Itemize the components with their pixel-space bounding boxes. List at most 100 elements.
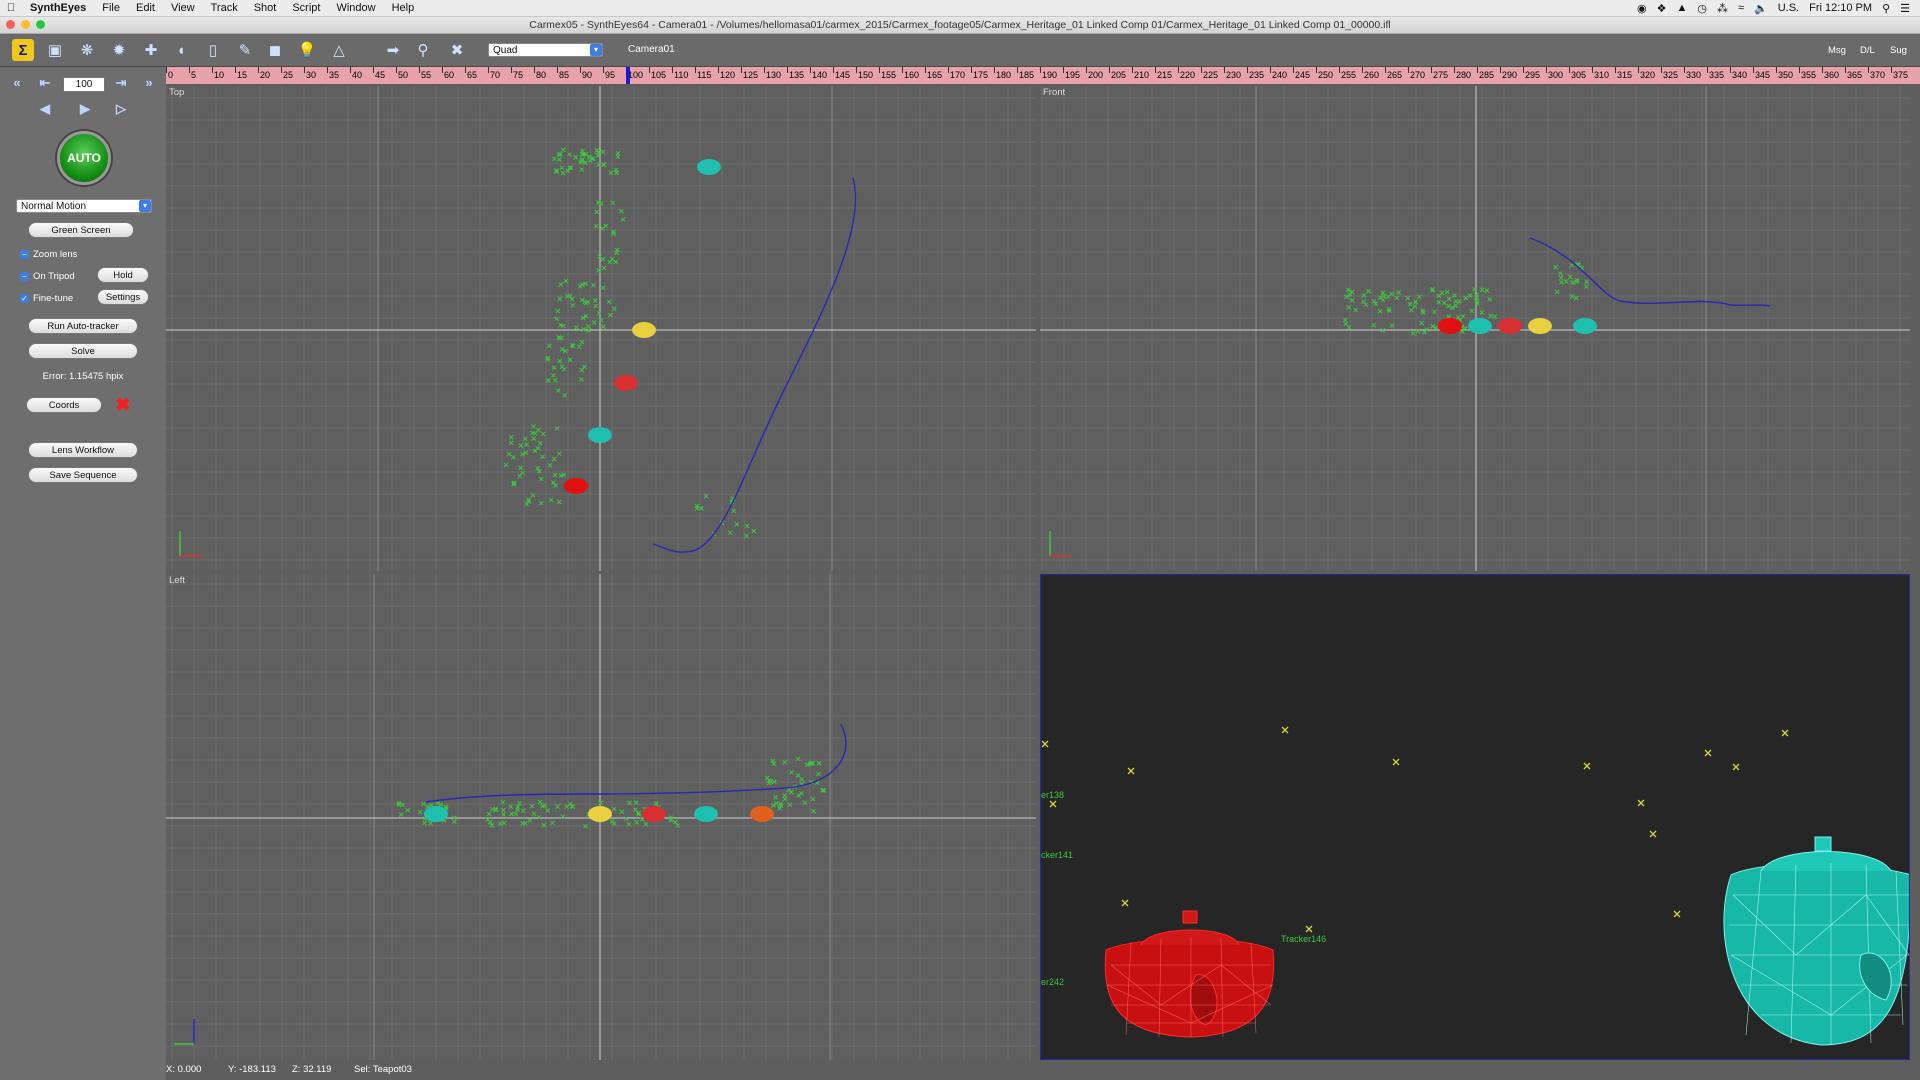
timeline-tick: 115 <box>697 70 712 80</box>
active-object-label[interactable]: Camera01 <box>628 44 675 55</box>
previous-frame-icon[interactable]: ◀ <box>36 101 54 117</box>
timeline-tick: 155 <box>881 70 897 80</box>
timeline-tick-line <box>1845 67 1846 73</box>
summary-icon[interactable]: Σ <box>12 39 34 61</box>
green-screen-button[interactable]: Green Screen <box>28 222 134 238</box>
camera-path <box>652 177 857 553</box>
feature-panel-icon[interactable]: ▣ <box>44 39 66 61</box>
timeline-tick-line <box>1086 67 1087 73</box>
go-end-icon[interactable]: ⇥ <box>112 75 130 91</box>
timeline-tick-line <box>695 67 696 73</box>
menu-file[interactable]: File <box>94 2 128 14</box>
teapot-red <box>642 806 666 822</box>
coordinate-icon[interactable]: ✚ <box>140 39 162 61</box>
run-auto-tracker-button[interactable]: Run Auto-tracker <box>28 318 138 334</box>
motion-mode-select[interactable]: Normal Motion ▾ <box>16 199 152 213</box>
timeline-tick-line <box>511 67 512 73</box>
spotlight-icon[interactable]: ⚲ <box>1882 2 1890 15</box>
clear-coords-icon[interactable]: ✖ <box>115 396 131 415</box>
volume-icon[interactable]: 🔈 <box>1754 2 1768 15</box>
graph-icon[interactable]: ✎ <box>234 39 256 61</box>
tracker-point <box>558 282 564 287</box>
creative-cloud-icon[interactable]: ◉ <box>1637 2 1647 15</box>
timeline-tick: 285 <box>1479 70 1495 80</box>
zoom-lens-checkbox[interactable]: − Zoom lens <box>20 249 77 260</box>
mesh-icon[interactable]: ◼ <box>264 39 286 61</box>
tab-msg[interactable]: Msg <box>1828 45 1846 56</box>
menu-edit[interactable]: Edit <box>128 2 163 14</box>
light-icon[interactable]: 💡 <box>296 39 318 61</box>
tracker-point <box>593 223 599 229</box>
menu-view[interactable]: View <box>163 2 203 14</box>
perspective-icon[interactable]: ✖ <box>446 39 468 61</box>
tab-dl[interactable]: D/L <box>1860 45 1875 56</box>
bluetooth-icon[interactable]: ⁂ <box>1717 2 1728 15</box>
lens-workflow-button[interactable]: Lens Workflow <box>28 442 138 458</box>
rewind-icon[interactable]: « <box>8 75 26 91</box>
save-sequence-button[interactable]: Save Sequence <box>28 467 138 483</box>
timeline-tick: 360 <box>1824 70 1840 80</box>
viewport-left[interactable]: Left <box>166 574 1036 1060</box>
hold-button[interactable]: Hold <box>97 267 149 283</box>
tracker-icon[interactable]: ❋ <box>76 39 98 61</box>
menu-shot[interactable]: Shot <box>246 2 285 14</box>
teapot-red <box>1498 318 1522 334</box>
tracker-point <box>553 483 558 488</box>
time-machine-icon[interactable]: ◷ <box>1697 2 1707 15</box>
zoom-icon[interactable]: ⚲ <box>412 39 434 61</box>
timeline-tick-line <box>442 67 443 73</box>
timeline-tick: 60 <box>444 70 455 80</box>
menu-app[interactable]: SynthEyes <box>22 2 94 14</box>
tracker-point <box>600 149 606 155</box>
solve-button[interactable]: Solve <box>28 343 138 359</box>
viewport-front[interactable]: Front <box>1040 86 1910 571</box>
input-language[interactable]: U.S. <box>1778 2 1799 14</box>
tab-sug[interactable]: Sug <box>1890 45 1907 56</box>
viewport-top[interactable]: Top <box>166 86 1036 571</box>
timeline-tick: 70 <box>490 70 501 80</box>
fast-forward-icon[interactable]: » <box>140 75 158 91</box>
tracker-point <box>1487 296 1492 302</box>
go-start-icon[interactable]: ⇤ <box>36 75 54 91</box>
timeline-tick-line <box>1500 67 1501 73</box>
auto-button[interactable]: AUTO <box>57 131 111 185</box>
fine-tune-checkbox[interactable]: ✓ Fine-tune <box>20 293 73 304</box>
timeline-tick-line <box>1017 67 1018 73</box>
tracker-point <box>1409 307 1414 313</box>
timeline-tick-line <box>327 67 328 73</box>
on-tripod-checkbox[interactable]: − On Tripod <box>20 271 75 282</box>
menu-window[interactable]: Window <box>328 2 383 14</box>
menu-script[interactable]: Script <box>284 2 328 14</box>
solver-icon[interactable]: ✹ <box>108 39 130 61</box>
shot-icon[interactable]: ▯ <box>202 39 224 61</box>
view-layout-select[interactable]: Quad ▾ <box>488 43 603 57</box>
timeline-tick-line <box>1454 67 1455 73</box>
tracker-point <box>518 443 524 448</box>
tracker-marker <box>1305 925 1313 933</box>
timeline-tick-line <box>971 67 972 73</box>
phase-icon[interactable]: △ <box>328 39 350 61</box>
play-icon[interactable]: ➡ <box>382 39 404 61</box>
timeline-bar[interactable]: 0 5 10 15 20 25 30 35 40 45 50 55 60 65 70 75 80 85 90 95 10… <box>166 67 1920 84</box>
timeline-tick: 350 <box>1778 70 1794 80</box>
next-frame-icon[interactable]: ▷ <box>112 101 130 117</box>
teapot-red <box>1438 318 1462 334</box>
menu-track[interactable]: Track <box>203 2 246 14</box>
dropbox-icon[interactable]: ❖ <box>1657 2 1667 15</box>
coords-button[interactable]: Coords <box>26 397 102 413</box>
timeline-tick-line <box>1247 67 1248 73</box>
wifi-icon[interactable]: ≈ <box>1738 2 1744 14</box>
settings-button[interactable]: Settings <box>97 289 149 305</box>
menu-help[interactable]: Help <box>384 2 423 14</box>
apple-icon[interactable]:  <box>0 2 22 14</box>
timeline-tick-line <box>1339 67 1340 73</box>
notification-center-icon[interactable]: ☰ <box>1900 2 1910 15</box>
clock[interactable]: Fri 12:10 PM <box>1809 2 1872 14</box>
play-forward-icon[interactable]: ▶ <box>76 101 94 117</box>
viewport-front-label: Front <box>1043 87 1066 98</box>
timeline-playhead[interactable] <box>626 67 630 84</box>
viewport-camera[interactable]: er138 cker141 Tracker146 er242 <box>1040 574 1910 1060</box>
google-drive-icon[interactable]: ▲ <box>1676 2 1687 14</box>
lens-icon[interactable]: ◖ <box>170 39 192 61</box>
frame-number-input[interactable]: 100 <box>63 77 105 92</box>
